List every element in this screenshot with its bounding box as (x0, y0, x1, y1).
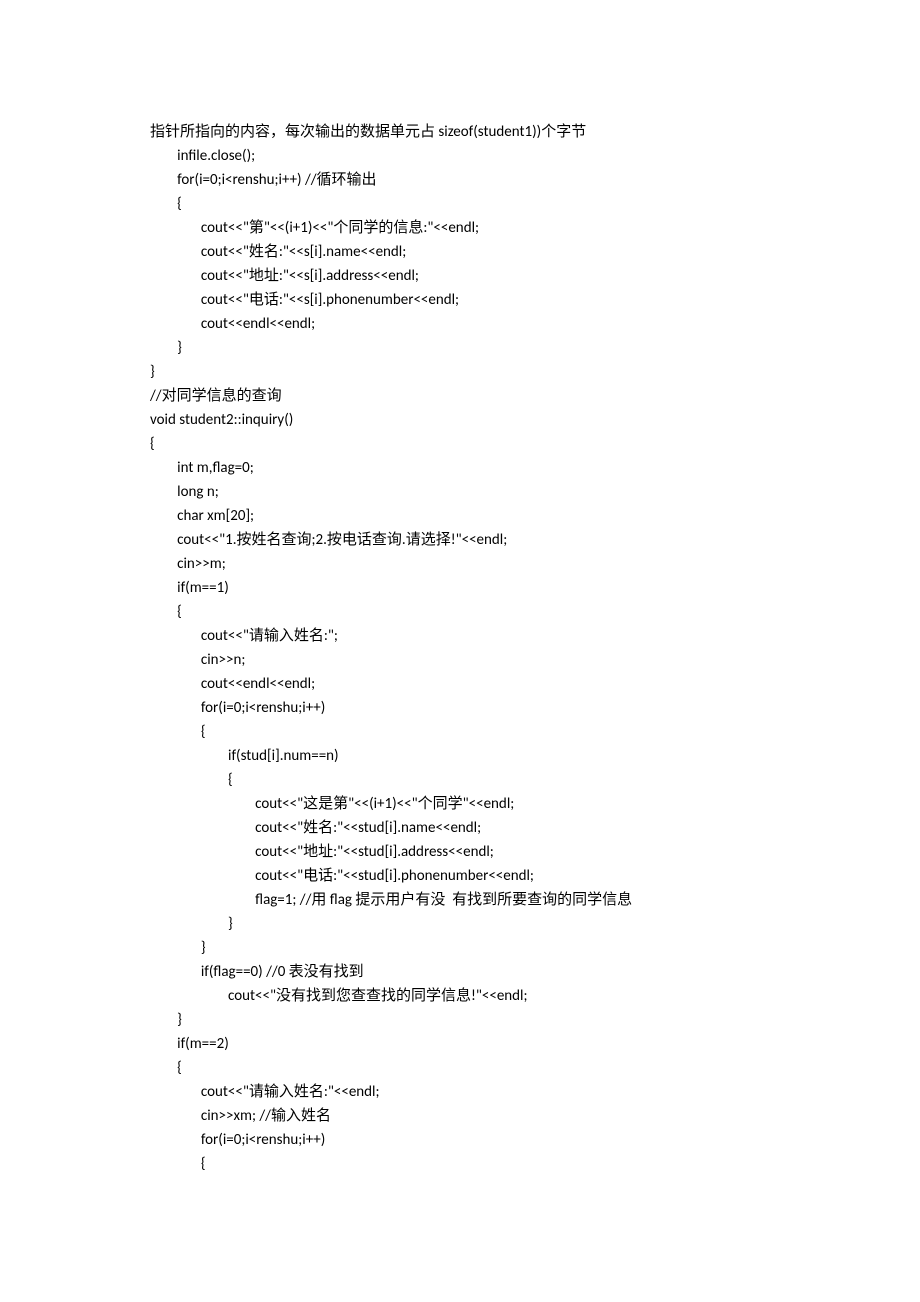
code-line: { (150, 600, 770, 624)
code-line: cout<<"第"<<(i+1)<<"个同学的信息:"<<endl; (150, 216, 770, 240)
code-line: if(stud[i].num==n) (150, 744, 770, 768)
code-line: { (150, 768, 770, 792)
code-line: cout<<"地址:"<<stud[i].address<<endl; (150, 840, 770, 864)
code-line: long n; (150, 480, 770, 504)
code-line: } (150, 912, 770, 936)
document-page: 指针所指向的内容，每次输出的数据单元占 sizeof(student1))个字节… (0, 0, 920, 1296)
code-line: } (150, 336, 770, 360)
code-line: } (150, 1008, 770, 1032)
code-line: cout<<endl<<endl; (150, 672, 770, 696)
code-line: //对同学信息的查询 (150, 384, 770, 408)
code-line: for(i=0;i<renshu;i++) (150, 1128, 770, 1152)
code-line: cin>>n; (150, 648, 770, 672)
code-line: cin>>m; (150, 552, 770, 576)
code-line: cout<<"1.按姓名查询;2.按电话查询.请选择!"<<endl; (150, 528, 770, 552)
code-line: for(i=0;i<renshu;i++) (150, 696, 770, 720)
code-line: } (150, 360, 770, 384)
code-line: { (150, 720, 770, 744)
code-line: void student2::inquiry() (150, 408, 770, 432)
code-line: cout<<"电话:"<<s[i].phonenumber<<endl; (150, 288, 770, 312)
code-line: cout<<"请输入姓名:"<<endl; (150, 1080, 770, 1104)
code-line: cout<<"请输入姓名:"; (150, 624, 770, 648)
code-line: int m,flag=0; (150, 456, 770, 480)
code-line: cout<<"这是第"<<(i+1)<<"个同学"<<endl; (150, 792, 770, 816)
code-line: if(m==2) (150, 1032, 770, 1056)
code-line: cout<<"姓名:"<<stud[i].name<<endl; (150, 816, 770, 840)
code-line: cout<<endl<<endl; (150, 312, 770, 336)
code-line: if(flag==0) //0 表没有找到 (150, 960, 770, 984)
code-line: for(i=0;i<renshu;i++) //循环输出 (150, 168, 770, 192)
code-line: { (150, 1152, 770, 1176)
code-line: if(m==1) (150, 576, 770, 600)
code-line: { (150, 432, 770, 456)
code-line: char xm[20]; (150, 504, 770, 528)
code-line: cin>>xm; //输入姓名 (150, 1104, 770, 1128)
code-line: cout<<"没有找到您查查找的同学信息!"<<endl; (150, 984, 770, 1008)
code-line: cout<<"电话:"<<stud[i].phonenumber<<endl; (150, 864, 770, 888)
code-line: cout<<"地址:"<<s[i].address<<endl; (150, 264, 770, 288)
code-line: flag=1; //用 flag 提示用户有没 有找到所要查询的同学信息 (150, 888, 770, 912)
code-line: } (150, 936, 770, 960)
code-line: { (150, 192, 770, 216)
code-line: { (150, 1056, 770, 1080)
code-line: infile.close(); (150, 144, 770, 168)
code-line: 指针所指向的内容，每次输出的数据单元占 sizeof(student1))个字节 (150, 120, 770, 144)
code-line: cout<<"姓名:"<<s[i].name<<endl; (150, 240, 770, 264)
